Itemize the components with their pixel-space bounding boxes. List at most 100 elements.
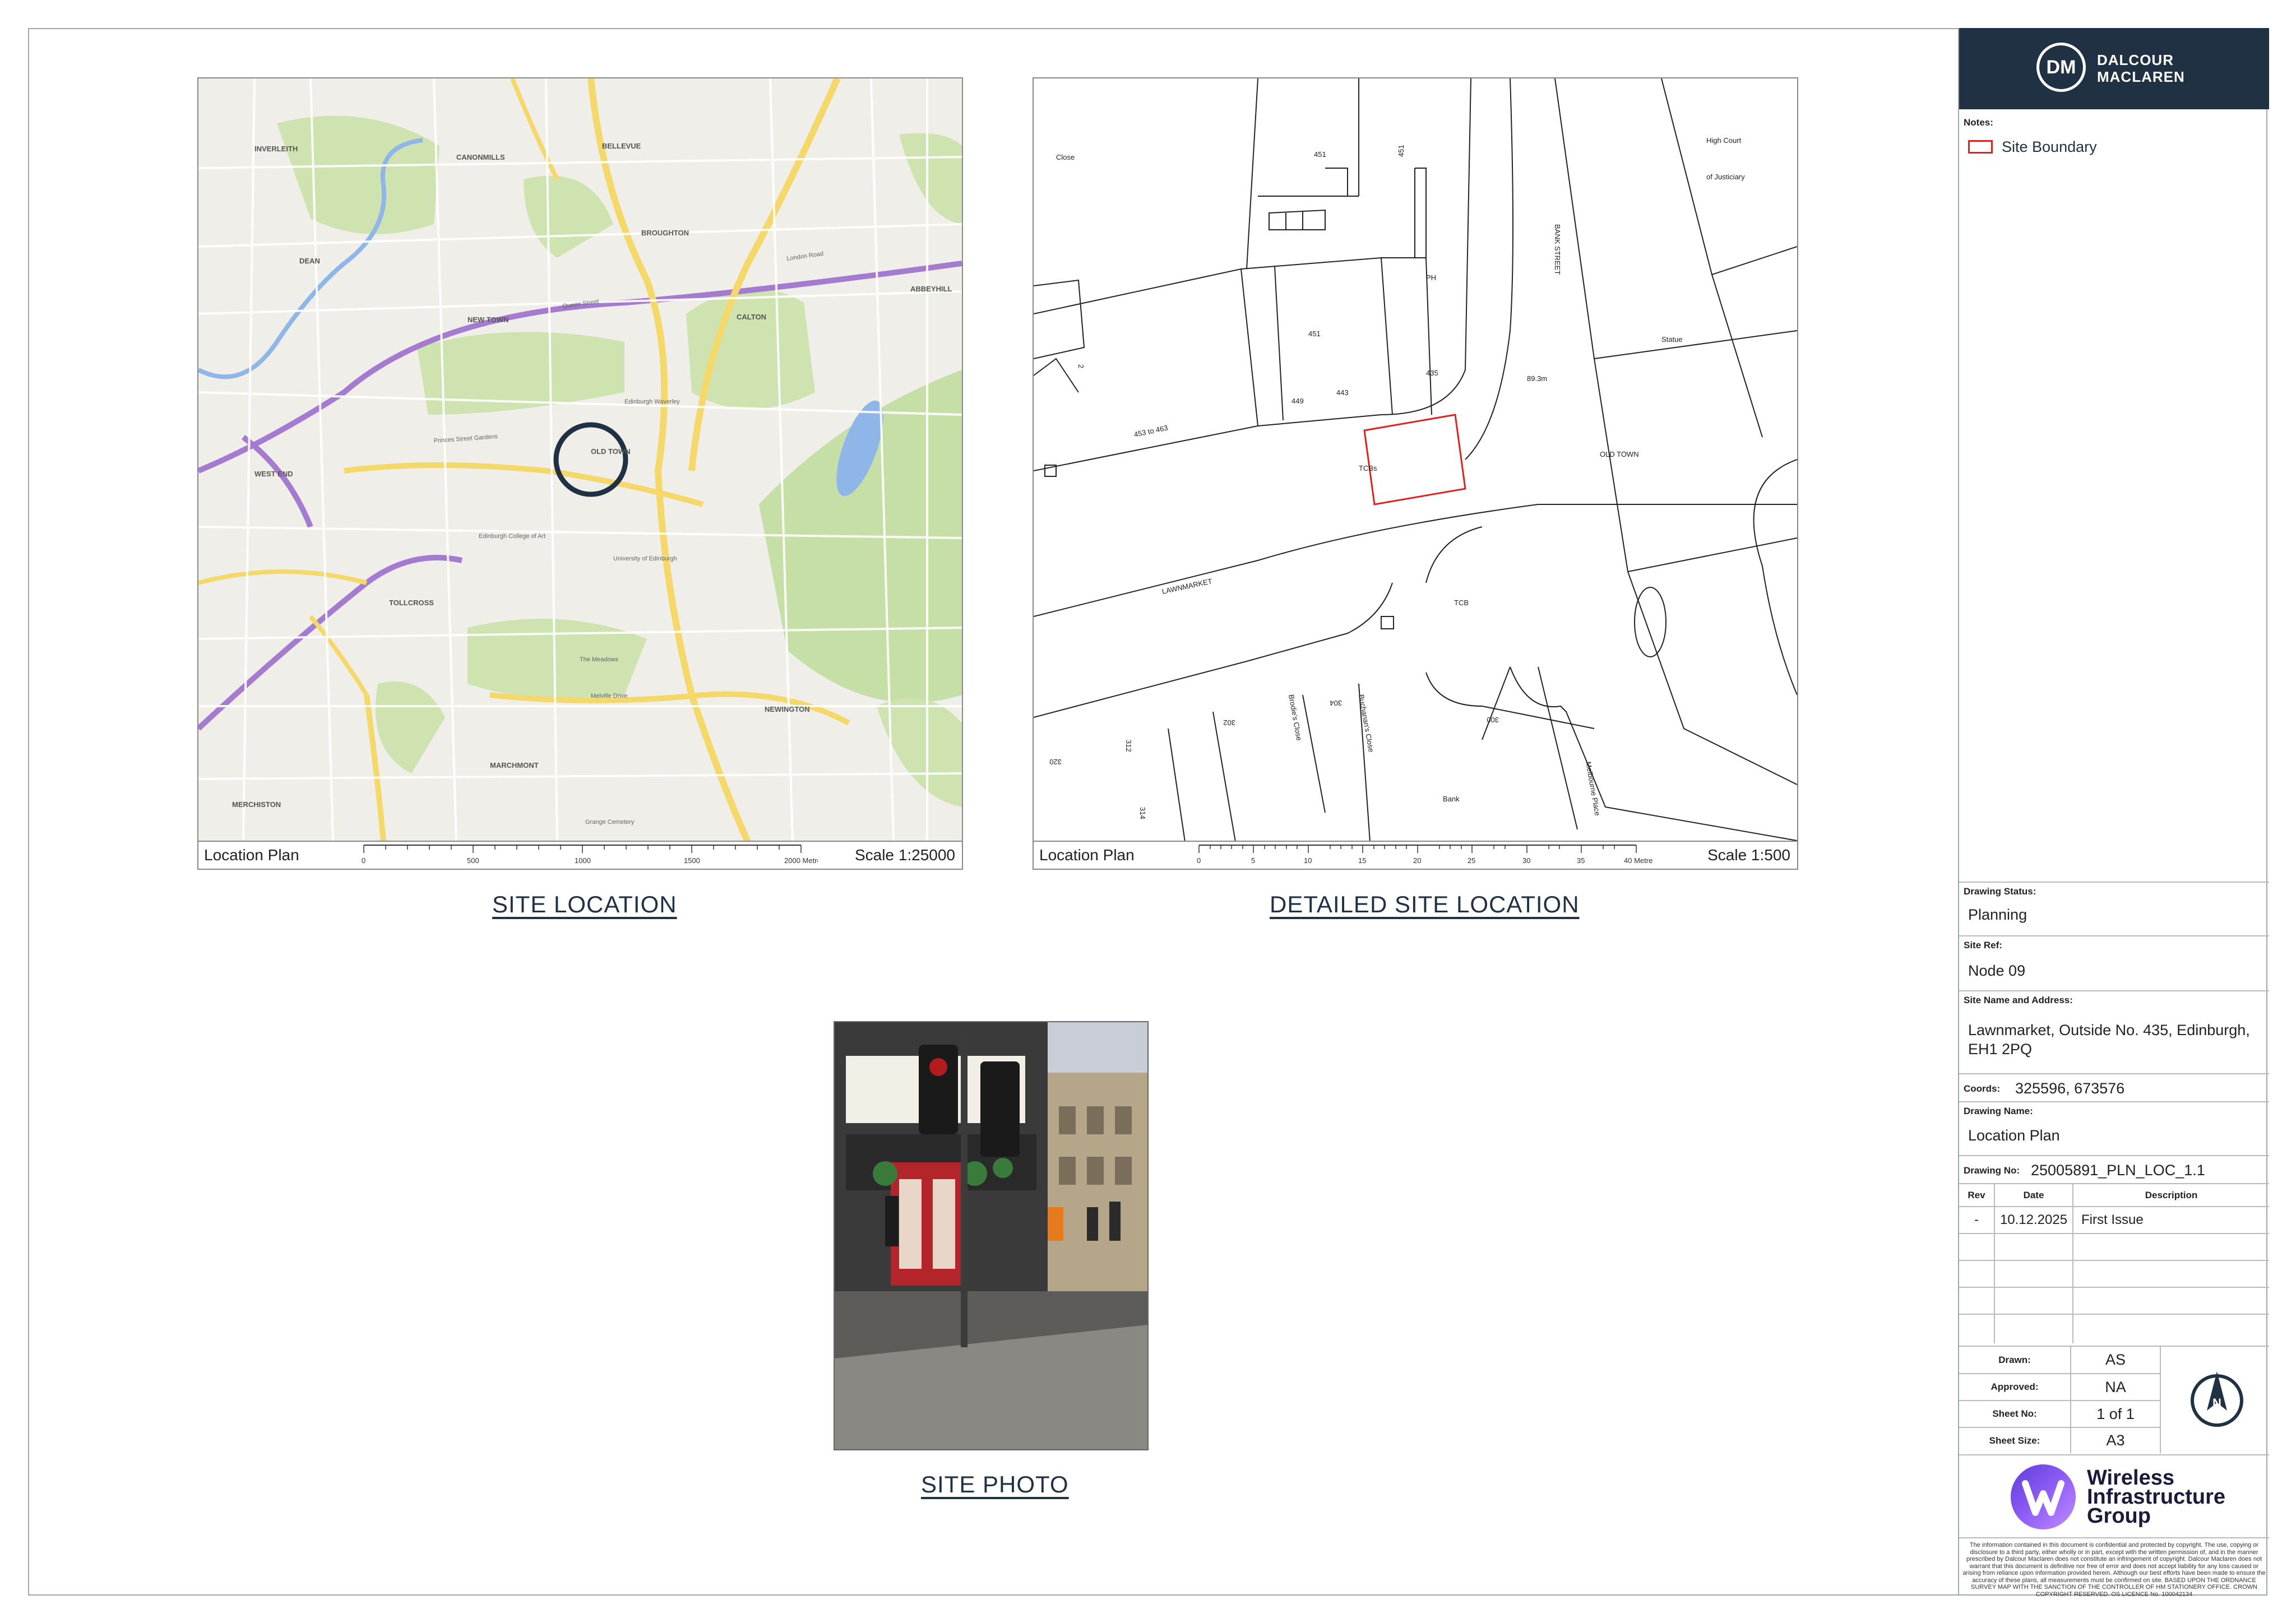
map-label: INVERLEITH (254, 145, 298, 153)
drawing-no-row: Drawing No: 25005891_PLN_LOC_1.1 (1959, 1155, 2269, 1183)
drawing-name-value: Location Plan (1968, 1127, 2060, 1144)
scale-ruler: 0 5 10 15 20 25 30 35 40 Metres (1197, 845, 1653, 865)
map-footer-label: Location Plan (1039, 846, 1135, 864)
detailed-scale-bar: Location Plan 0 5 10 15 20 25 30 35 40 M… (1034, 841, 1797, 869)
map-label: London Road (786, 251, 824, 262)
site-ref-row: Site Ref: Node 09 (1959, 935, 2269, 990)
plan-label: BANK STREET (1553, 224, 1562, 275)
signoff-block: Drawn: AS Approved: NA Sheet No: 1 of 1 … (1959, 1346, 2269, 1454)
map-footer-label: Location Plan (204, 846, 299, 864)
coords-row: Coords: 325596, 673576 (1959, 1073, 2269, 1101)
scale-tick-label: 10 (1304, 856, 1312, 865)
map-label: Melville Drive (591, 693, 627, 699)
sheet-no-value: 1 of 1 (2071, 1401, 2161, 1428)
site-location-map-panel: INVERLEITH CANONMILLS BELLEVUE BROUGHTON… (197, 77, 963, 870)
map-label: CALTON (737, 313, 766, 321)
sheet-no-label: Sheet No: (1959, 1401, 2071, 1428)
site-boundary-polygon (1363, 414, 1466, 506)
site-boundary-legend-label: Site Boundary (2002, 138, 2097, 155)
scale-ruler: 0 500 1000 1500 2000 Metres (362, 845, 818, 865)
plan-label: Close (1056, 153, 1075, 161)
disclaimer-block: The information contained in this docume… (1959, 1537, 2269, 1598)
plan-label: Brodie's Close (1287, 694, 1303, 741)
site-location-caption: SITE LOCATION (492, 891, 677, 917)
plan-label: Bank (1443, 795, 1460, 803)
plan-label: 451 (1314, 150, 1326, 159)
site-ref-value: Node 09 (1968, 962, 2026, 979)
site-photo (834, 1021, 1149, 1450)
plan-label: 302 (1223, 718, 1235, 727)
plan-label: 314 (1138, 807, 1147, 819)
detailed-site-plan: 451 451 PH 451 449 443 435 453 to 463 TC… (1034, 78, 1797, 842)
site-photo-caption: SITE PHOTO (921, 1471, 1069, 1497)
plan-label: 300 (1487, 716, 1499, 724)
brand-header: DM DALCOUR MACLAREN (1959, 28, 2269, 109)
detailed-site-location-caption: DETAILED SITE LOCATION (1270, 891, 1580, 917)
drawing-no-label: Drawing No: (1964, 1165, 2020, 1176)
scale-tick-label: 5 (1251, 856, 1255, 865)
plan-label: 435 (1426, 369, 1438, 377)
client-name-line3: Group (2087, 1504, 2151, 1528)
site-boundary-legend-swatch (1968, 140, 1993, 154)
brand-name-line2: MACLAREN (2097, 68, 2185, 85)
north-letter: N (2212, 1396, 2221, 1410)
plan-label: OLD TOWN (1600, 450, 1639, 458)
brand-logo-mark: DM (2036, 43, 2086, 92)
plan-label: LAWNMARKET (1161, 577, 1213, 596)
drawing-name-row: Drawing Name: Location Plan (1959, 1101, 2269, 1155)
plan-label: 304 (1330, 699, 1342, 707)
description-header: Description (2073, 1184, 2269, 1207)
notes-section: Notes: Site Boundary (1959, 109, 2269, 882)
revisions-table: Rev Date Description - 10.12.2025 First … (1959, 1183, 2269, 1346)
site-location-scale-bar: Location Plan 0 500 1000 1500 2000 Metre… (198, 841, 962, 869)
detailed-site-location-panel: 451 451 PH 451 449 443 435 453 to 463 TC… (1033, 77, 1798, 870)
drawing-status-label: Drawing Status: (1964, 886, 2036, 897)
notes-label: Notes: (1964, 117, 1993, 128)
map-scale-text: Scale 1:500 (1707, 846, 1790, 864)
map-label: Edinburgh College of Art (479, 533, 545, 540)
brand-name-line1: DALCOUR (2097, 52, 2174, 68)
site-ref-label: Site Ref: (1964, 940, 2002, 950)
map-label: The Meadows (580, 656, 619, 663)
map-label: MARCHMONT (490, 761, 539, 769)
coords-value: 325596, 673576 (2015, 1080, 2125, 1097)
disclaimer-text: The information contained in this docume… (1962, 1542, 2266, 1598)
scale-tick-label: 40 Metres (1624, 856, 1653, 865)
revision-row: - 10.12.2025 First Issue (1959, 1207, 2269, 1234)
sheet-size-value: A3 (2071, 1427, 2161, 1453)
plan-label: 449 (1292, 397, 1304, 405)
plan-label: TCB (1454, 599, 1469, 607)
map-label: WEST END (254, 470, 293, 478)
scale-tick-label: 1000 (575, 856, 591, 865)
scale-tick-label: 500 (467, 856, 479, 865)
plan-label: 2 (1077, 364, 1085, 368)
map-label: TOLLCROSS (389, 599, 434, 607)
sheet-size-label: Sheet Size: (1959, 1427, 2071, 1453)
scale-tick-label: 20 (1413, 856, 1421, 865)
plan-label: 443 (1336, 388, 1349, 397)
drawn-label: Drawn: (1959, 1347, 2071, 1374)
map-label: MERCHISTON (232, 800, 281, 809)
plan-label: of Justiciary (1706, 173, 1745, 181)
drawn-value: AS (2071, 1347, 2161, 1374)
scale-tick-label: 2000 Metres (784, 856, 818, 865)
map-label: CANONMILLS (456, 153, 505, 161)
plan-label: PH (1426, 273, 1436, 282)
map-label: University of Edinburgh (613, 555, 677, 562)
scale-tick-label: 30 (1522, 856, 1530, 865)
plan-label: 89.3m (1527, 374, 1547, 383)
scale-tick-label: 0 (1197, 856, 1201, 865)
map-label: NEWINGTON (765, 705, 810, 713)
plan-label: 312 (1124, 740, 1133, 752)
map-label: OLD TOWN (591, 447, 631, 456)
approved-label: Approved: (1959, 1374, 2071, 1401)
site-name-row: Site Name and Address: Lawnmarket, Outsi… (1959, 990, 2269, 1073)
map-scale-text: Scale 1:25000 (854, 846, 955, 864)
scale-tick-label: 15 (1358, 856, 1366, 865)
description-value: First Issue (2073, 1207, 2269, 1234)
map-label: NEW TOWN (467, 316, 508, 324)
rev-value: - (1959, 1207, 1995, 1234)
plan-label: High Court (1706, 136, 1742, 145)
drawing-status-value: Planning (1968, 906, 2027, 923)
site-name-label: Site Name and Address: (1964, 995, 2073, 1005)
